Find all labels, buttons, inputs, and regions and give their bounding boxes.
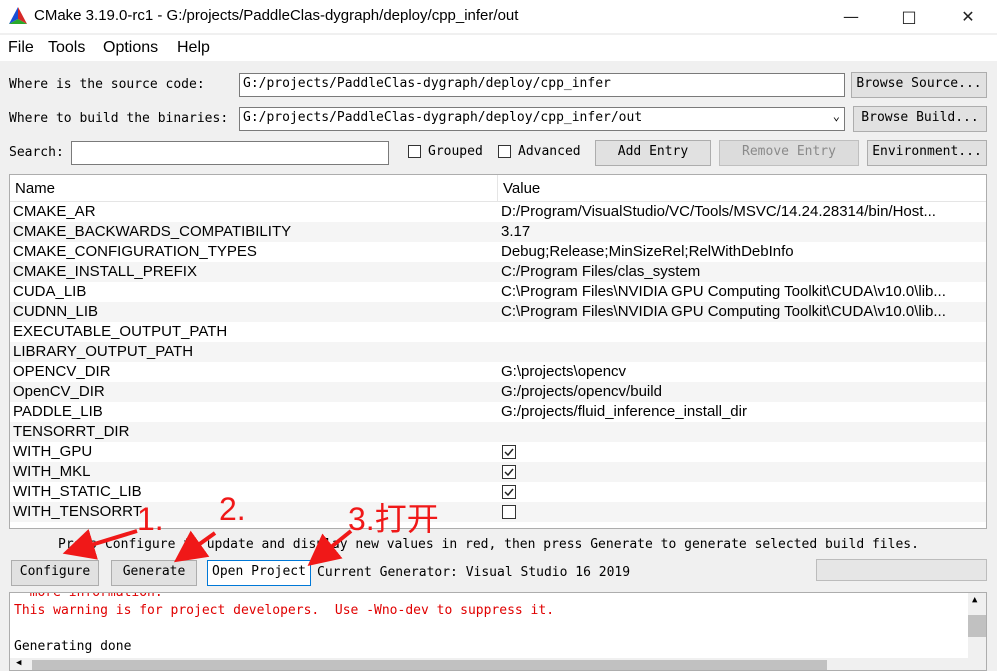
table-row[interactable]: LIBRARY_OUTPUT_PATH bbox=[10, 342, 986, 362]
configure-button[interactable]: Configure bbox=[11, 560, 99, 586]
source-input[interactable]: G:/projects/PaddleClas-dygraph/deploy/cp… bbox=[239, 73, 845, 97]
scroll-left-icon[interactable]: ◀ bbox=[16, 658, 21, 668]
cell-value[interactable]: C:\Program Files\NVIDIA GPU Computing To… bbox=[501, 303, 981, 320]
cell-value[interactable]: C:/Program Files/clas_system bbox=[501, 263, 981, 280]
cell-value[interactable]: G:\projects\opencv bbox=[501, 363, 981, 380]
build-value: G:/projects/PaddleClas-dygraph/deploy/cp… bbox=[243, 110, 643, 125]
table-row[interactable]: CMAKE_INSTALL_PREFIX C:/Program Files/cla… bbox=[10, 262, 986, 282]
cell-name: CUDA_LIB bbox=[13, 283, 87, 300]
cell-name: LIBRARY_OUTPUT_PATH bbox=[13, 343, 194, 360]
cell-value[interactable]: G:/projects/fluid_inference_install_dir bbox=[501, 403, 981, 420]
output-line: This warning is for project developers. … bbox=[14, 603, 555, 618]
cell-value[interactable]: 3.17 bbox=[501, 223, 981, 240]
menu-tools[interactable]: Tools bbox=[48, 39, 85, 57]
cache-table[interactable]: Name Value CMAKE_AR D:/Program/VisualStud… bbox=[9, 174, 987, 529]
maximize-icon[interactable]: □ bbox=[880, 0, 938, 33]
table-row[interactable]: OPENCV_DIR G:\projects\opencv bbox=[10, 362, 986, 382]
table-header: Name Value bbox=[10, 175, 986, 202]
search-label: Search: bbox=[9, 145, 64, 160]
cell-name: EXECUTABLE_OUTPUT_PATH bbox=[13, 323, 228, 340]
generate-button[interactable]: Generate bbox=[111, 560, 197, 586]
advanced-checkbox[interactable] bbox=[498, 145, 511, 158]
progress-bar bbox=[816, 559, 987, 581]
cell-name: CMAKE_CONFIGURATION_TYPES bbox=[13, 243, 257, 260]
minimize-icon[interactable]: — bbox=[822, 0, 880, 33]
table-row[interactable]: CUDA_LIB C:\Program Files\NVIDIA GPU Comp… bbox=[10, 282, 986, 302]
output-line: Generating done bbox=[14, 639, 132, 654]
browse-source-button[interactable]: Browse Source... bbox=[851, 72, 987, 98]
cell-name: CMAKE_AR bbox=[13, 203, 96, 220]
environment-button[interactable]: Environment... bbox=[867, 140, 987, 166]
checked-checkbox[interactable] bbox=[502, 485, 516, 499]
vertical-scrollbar[interactable]: ▲ bbox=[968, 593, 986, 670]
open-project-button[interactable]: Open Project bbox=[207, 560, 311, 586]
cell-value[interactable]: D:/Program/VisualStudio/VC/Tools/MSVC/14… bbox=[501, 203, 981, 220]
build-label: Where to build the binaries: bbox=[9, 111, 229, 126]
table-row[interactable]: TENSORRT_DIR bbox=[10, 422, 986, 442]
table-row[interactable]: CMAKE_BACKWARDS_COMPATIBILITY 3.17 bbox=[10, 222, 986, 242]
title-bar: CMake 3.19.0-rc1 - G:/projects/PaddleCla… bbox=[0, 0, 997, 33]
cell-name: WITH_MKL bbox=[13, 463, 91, 480]
remove-entry-button: Remove Entry bbox=[719, 140, 859, 166]
menu-bar: File Tools Options Help bbox=[0, 35, 997, 61]
cell-name: OpenCV_DIR bbox=[13, 383, 105, 400]
header-value[interactable]: Value bbox=[503, 180, 540, 197]
advanced-label: Advanced bbox=[518, 144, 581, 159]
cell-value[interactable]: G:/projects/opencv/build bbox=[501, 383, 981, 400]
window-title: CMake 3.19.0-rc1 - G:/projects/PaddleCla… bbox=[34, 7, 519, 24]
unchecked-checkbox[interactable] bbox=[502, 505, 516, 519]
cell-name: CMAKE_INSTALL_PREFIX bbox=[13, 263, 197, 280]
add-entry-button[interactable]: Add Entry bbox=[595, 140, 711, 166]
close-icon[interactable]: ✕ bbox=[939, 0, 997, 33]
horizontal-scrollbar[interactable]: ◀ bbox=[10, 658, 970, 670]
header-name[interactable]: Name bbox=[15, 180, 55, 197]
scroll-thumb[interactable] bbox=[968, 615, 986, 637]
menu-help[interactable]: Help bbox=[177, 39, 210, 57]
cmake-logo-icon bbox=[9, 7, 27, 24]
cell-name: TENSORRT_DIR bbox=[13, 423, 130, 440]
cell-name: OPENCV_DIR bbox=[13, 363, 111, 380]
grouped-checkbox[interactable] bbox=[408, 145, 421, 158]
source-label: Where is the source code: bbox=[9, 77, 205, 92]
table-row[interactable]: WITH_GPU bbox=[10, 442, 986, 462]
current-generator: Current Generator: Visual Studio 16 2019 bbox=[317, 565, 631, 580]
table-row[interactable]: OpenCV_DIR G:/projects/opencv/build bbox=[10, 382, 986, 402]
table-row[interactable]: CUDNN_LIB C:\Program Files\NVIDIA GPU Com… bbox=[10, 302, 986, 322]
table-row[interactable]: WITH_STATIC_LIB bbox=[10, 482, 986, 502]
search-input[interactable] bbox=[71, 141, 389, 165]
grouped-label: Grouped bbox=[428, 144, 483, 159]
browse-build-button[interactable]: Browse Build... bbox=[853, 106, 987, 132]
cell-name: WITH_GPU bbox=[13, 443, 93, 460]
cell-name: CUDNN_LIB bbox=[13, 303, 99, 320]
cell-name: CMAKE_BACKWARDS_COMPATIBILITY bbox=[13, 223, 292, 240]
menu-file[interactable]: File bbox=[8, 39, 34, 57]
scroll-up-icon[interactable]: ▲ bbox=[972, 595, 977, 605]
output-log[interactable]: more information. This warning is for pro… bbox=[9, 592, 987, 671]
table-row[interactable]: CMAKE_AR D:/Program/VisualStudio/VC/Tools… bbox=[10, 202, 986, 222]
annotation-3: 3.打开 bbox=[348, 501, 439, 537]
hscroll-thumb[interactable] bbox=[32, 660, 827, 670]
table-row[interactable]: EXECUTABLE_OUTPUT_PATH bbox=[10, 322, 986, 342]
output-line: more information. bbox=[14, 592, 163, 600]
cell-value[interactable]: Debug;Release;MinSizeRel;RelWithDebInfo bbox=[501, 243, 981, 260]
checked-checkbox[interactable] bbox=[502, 465, 516, 479]
annotation-1: 1. bbox=[137, 501, 164, 537]
table-row[interactable]: CMAKE_CONFIGURATION_TYPES Debug;Release;M… bbox=[10, 242, 986, 262]
chevron-down-icon[interactable]: ⌄ bbox=[833, 109, 840, 123]
build-combobox[interactable]: G:/projects/PaddleClas-dygraph/deploy/cp… bbox=[239, 107, 845, 131]
menu-options[interactable]: Options bbox=[103, 39, 158, 57]
cell-name: WITH_TENSORRT bbox=[13, 503, 142, 520]
table-row[interactable]: WITH_MKL bbox=[10, 462, 986, 482]
checked-checkbox[interactable] bbox=[502, 445, 516, 459]
cell-name: WITH_STATIC_LIB bbox=[13, 483, 142, 500]
cell-value[interactable]: C:\Program Files\NVIDIA GPU Computing To… bbox=[501, 283, 981, 300]
cell-name: PADDLE_LIB bbox=[13, 403, 103, 420]
table-row[interactable]: PADDLE_LIB G:/projects/fluid_inference_in… bbox=[10, 402, 986, 422]
hint-text: Press Configure to update and display ne… bbox=[58, 537, 919, 552]
annotation-2: 2. bbox=[219, 491, 246, 527]
